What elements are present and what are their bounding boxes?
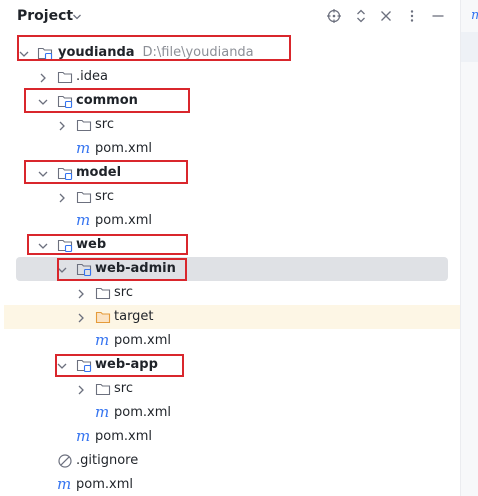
folder-icon xyxy=(76,117,92,133)
tree-label-idea: .idea xyxy=(76,69,108,84)
chevron-right-icon[interactable] xyxy=(75,382,87,396)
project-title[interactable]: Project xyxy=(17,8,73,24)
tree-node-web-app[interactable]: web-app xyxy=(0,353,460,377)
module-folder-icon xyxy=(57,93,73,109)
tree-label-web-app: web-app xyxy=(95,357,158,372)
project-header: Project xyxy=(0,0,460,34)
excluded-highlight xyxy=(4,305,460,329)
chevron-down-icon[interactable] xyxy=(18,46,30,60)
tree-label-model-pom: pom.xml xyxy=(95,213,152,228)
tree-node-model[interactable]: model xyxy=(0,161,460,185)
tree-label-web-app-src: src xyxy=(114,381,133,396)
tree-label-common-pom: pom.xml xyxy=(95,141,152,156)
tree-label-root: youdianda xyxy=(58,45,135,60)
tree-label-web-admin: web-admin xyxy=(95,261,176,276)
tree-node-web-admin-target[interactable]: target xyxy=(0,305,460,329)
chevron-right-icon[interactable] xyxy=(56,190,68,204)
tree-label-common-src: src xyxy=(95,117,114,132)
tree-node-web-admin[interactable]: web-admin xyxy=(0,257,460,281)
close-icon[interactable] xyxy=(378,8,394,24)
tree-label-web-app-pom: pom.xml xyxy=(114,405,171,420)
tree-node-gitignore[interactable]: .gitignore xyxy=(0,449,460,473)
more-icon[interactable] xyxy=(404,8,420,24)
tree-node-root-pom[interactable]: m pom.xml xyxy=(0,473,460,496)
module-folder-icon xyxy=(76,261,92,277)
tree-node-web-admin-src[interactable]: src xyxy=(0,281,460,305)
tree-node-web-app-pom[interactable]: m pom.xml xyxy=(0,401,460,425)
chevron-down-icon[interactable] xyxy=(56,262,68,276)
ignored-file-icon xyxy=(57,453,73,469)
module-folder-icon xyxy=(57,237,73,253)
tree-node-model-pom[interactable]: m pom.xml xyxy=(0,209,460,233)
tree-node-web-pom[interactable]: m pom.xml xyxy=(0,425,460,449)
tree-label-root-pom: pom.xml xyxy=(76,477,133,492)
chevron-down-icon[interactable] xyxy=(37,238,49,252)
chevron-down-icon[interactable] xyxy=(37,166,49,180)
maven-icon: m xyxy=(57,475,72,493)
folder-icon xyxy=(57,69,73,85)
tree-label-common: common xyxy=(76,93,138,108)
tree-node-web[interactable]: web xyxy=(0,233,460,257)
tree-node-web-app-src[interactable]: src xyxy=(0,377,460,401)
chevron-right-icon[interactable] xyxy=(75,286,87,300)
maven-icon: m xyxy=(95,403,110,421)
module-folder-icon xyxy=(57,165,73,181)
expand-collapse-icon[interactable] xyxy=(353,8,369,24)
tree-label-web: web xyxy=(76,237,107,252)
tree-node-model-src[interactable]: src xyxy=(0,185,460,209)
crosshair-icon[interactable] xyxy=(326,8,342,24)
module-folder-icon xyxy=(37,45,53,61)
tree-label-web-pom: pom.xml xyxy=(95,429,152,444)
excluded-folder-icon xyxy=(95,309,111,325)
tree-label-web-admin-pom: pom.xml xyxy=(114,333,171,348)
tree-node-common-pom[interactable]: m pom.xml xyxy=(0,137,460,161)
maven-icon: m xyxy=(95,331,110,349)
editor-tab-strip xyxy=(461,32,478,62)
chevron-right-icon[interactable] xyxy=(75,310,87,324)
chevron-down-icon[interactable] xyxy=(37,94,49,108)
tree-label-web-admin-src: src xyxy=(114,285,133,300)
tree-label-model: model xyxy=(76,165,122,180)
folder-icon xyxy=(76,189,92,205)
module-folder-icon xyxy=(76,357,92,373)
maven-icon: m xyxy=(76,139,91,157)
tree-node-web-admin-pom[interactable]: m pom.xml xyxy=(0,329,460,353)
tree-label-gitignore: .gitignore xyxy=(76,453,139,468)
maven-icon: m xyxy=(76,211,91,229)
maven-icon: m xyxy=(76,427,91,445)
tree-node-root[interactable]: youdianda D:\file\youdianda xyxy=(0,41,460,65)
editor-edge: m xyxy=(460,0,478,496)
project-tool-window: Project youdianda D:\file\youdianda .ide… xyxy=(0,0,460,496)
folder-icon xyxy=(95,285,111,301)
chevron-down-icon[interactable] xyxy=(56,358,68,372)
tree-label-web-admin-target: target xyxy=(114,309,154,324)
maven-icon[interactable]: m xyxy=(471,8,478,23)
tree-node-common[interactable]: common xyxy=(0,89,460,113)
chevron-right-icon[interactable] xyxy=(37,70,49,84)
tree-node-idea[interactable]: .idea xyxy=(0,65,460,89)
chevron-right-icon[interactable] xyxy=(56,118,68,132)
minimize-icon[interactable] xyxy=(430,8,446,24)
chevron-down-icon[interactable] xyxy=(72,9,82,23)
tree-label-model-src: src xyxy=(95,189,114,204)
folder-icon xyxy=(95,381,111,397)
tree-path-root: D:\file\youdianda xyxy=(142,45,254,60)
tree-node-common-src[interactable]: src xyxy=(0,113,460,137)
